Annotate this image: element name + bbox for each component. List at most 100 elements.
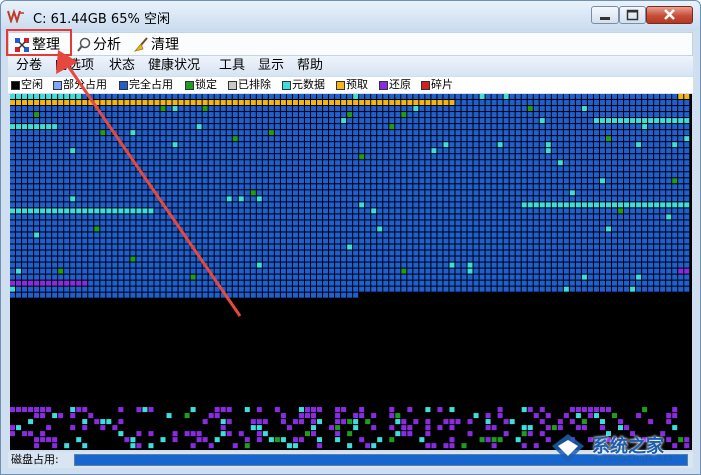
- cluster-block: [142, 166, 148, 172]
- cluster-block: [467, 130, 473, 136]
- cluster-block: [533, 172, 539, 178]
- cluster-block: [172, 244, 178, 250]
- cluster-block: [581, 178, 587, 184]
- cluster-block: [539, 262, 545, 268]
- cluster-block: [521, 154, 527, 160]
- cluster-block: [467, 172, 473, 178]
- cluster-block: [142, 148, 148, 154]
- cluster-block: [557, 250, 563, 256]
- cluster-block: [545, 268, 551, 274]
- cluster-block: [618, 220, 624, 226]
- cluster-block: [311, 208, 317, 214]
- clean-button[interactable]: 清理: [133, 35, 179, 55]
- cluster-block: [347, 100, 353, 106]
- cluster-block: [76, 280, 82, 286]
- cluster-block: [539, 172, 545, 178]
- cluster-block: [64, 172, 70, 178]
- cluster-block: [323, 136, 329, 142]
- cluster-block: [274, 226, 280, 232]
- maximize-button[interactable]: [619, 6, 646, 24]
- cluster-block: [178, 262, 184, 268]
- cluster-block: [377, 232, 383, 238]
- cluster-block: [515, 100, 521, 106]
- menu-options[interactable]: 的选项: [55, 57, 94, 75]
- cluster-block: [304, 184, 310, 190]
- cluster-block: [160, 106, 166, 112]
- cluster-block: [407, 178, 413, 184]
- cluster-block: [521, 214, 527, 220]
- menu-tools[interactable]: 工具: [219, 57, 245, 75]
- cluster-block: [431, 112, 437, 118]
- cluster-block: [112, 160, 118, 166]
- cluster-block: [208, 106, 214, 112]
- cluster-block: [94, 160, 100, 166]
- cluster-block: [545, 214, 551, 220]
- cluster-block: [262, 268, 268, 274]
- cluster-block: [130, 437, 136, 443]
- cluster-block: [539, 130, 545, 136]
- analyze-button[interactable]: 分析: [77, 35, 121, 55]
- cluster-block: [491, 425, 497, 431]
- cluster-block: [365, 136, 371, 142]
- cluster-block: [533, 280, 539, 286]
- menu-health[interactable]: 健康状况: [148, 57, 200, 75]
- cluster-block: [521, 190, 527, 196]
- cluster-block: [124, 178, 130, 184]
- cluster-block: [136, 407, 142, 413]
- cluster-block: [329, 184, 335, 190]
- cluster-block: [642, 226, 648, 232]
- cluster-block: [347, 112, 353, 118]
- cluster-block: [660, 256, 666, 262]
- cluster-block: [491, 214, 497, 220]
- cluster-block: [70, 208, 76, 214]
- cluster-block: [527, 178, 533, 184]
- minimize-button[interactable]: [591, 6, 619, 24]
- cluster-block: [347, 184, 353, 190]
- cluster-block: [660, 184, 666, 190]
- cluster-block: [587, 256, 593, 262]
- cluster-block: [28, 190, 34, 196]
- cluster-block: [347, 160, 353, 166]
- menu-status[interactable]: 状态: [109, 57, 135, 75]
- cluster-block: [94, 226, 100, 232]
- cluster-block: [575, 172, 581, 178]
- cluster-block: [262, 238, 268, 244]
- cluster-block: [587, 220, 593, 226]
- cluster-block: [377, 100, 383, 106]
- title-bar[interactable]: C: 61.44GB 65% 空闲: [1, 1, 700, 31]
- cluster-block: [371, 262, 377, 268]
- cluster-block: [383, 118, 389, 124]
- cluster-block: [10, 292, 16, 298]
- cluster-block: [551, 214, 557, 220]
- cluster-block: [202, 244, 208, 250]
- cluster-block: [190, 100, 196, 106]
- cluster-block: [612, 178, 618, 184]
- cluster-block: [58, 160, 64, 166]
- cluster-block: [473, 413, 479, 419]
- cluster-block: [335, 238, 341, 244]
- cluster-block: [22, 214, 28, 220]
- menu-help[interactable]: 帮助: [297, 57, 323, 75]
- cluster-block: [250, 118, 256, 124]
- cluster-block: [298, 419, 304, 425]
- cluster-block: [503, 184, 509, 190]
- cluster-block: [10, 100, 16, 106]
- cluster-block: [262, 160, 268, 166]
- cluster-block: [353, 190, 359, 196]
- cluster-block: [449, 178, 455, 184]
- cluster-block: [148, 118, 154, 124]
- cluster-block: [575, 148, 581, 154]
- menu-view[interactable]: 显示: [258, 57, 284, 75]
- cluster-block: [130, 208, 136, 214]
- menu-volume[interactable]: 分卷: [16, 57, 42, 75]
- cluster-block: [642, 196, 648, 202]
- close-button[interactable]: [646, 6, 693, 24]
- cluster-block: [82, 214, 88, 220]
- analyze-button-label: 分析: [93, 37, 121, 53]
- disk-cluster-map[interactable]: [10, 94, 692, 450]
- cluster-block: [605, 94, 611, 100]
- cluster-block: [425, 178, 431, 184]
- cluster-block: [34, 190, 40, 196]
- cluster-block: [329, 94, 335, 100]
- cluster-block: [10, 154, 16, 160]
